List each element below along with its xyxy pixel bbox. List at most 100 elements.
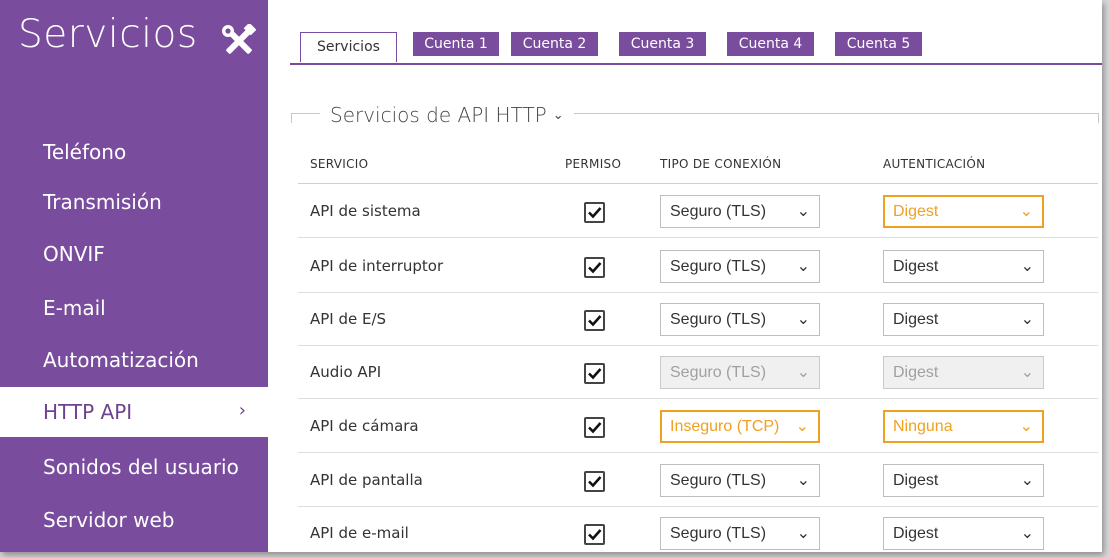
tab-cuenta-5[interactable]: Cuenta 5 xyxy=(835,32,922,56)
service-name: API de E/S xyxy=(310,310,387,328)
sidebar-item-servidor-web[interactable]: Servidor web xyxy=(0,495,268,545)
auth-select[interactable]: Digest ⌄ xyxy=(883,303,1044,336)
chevron-down-icon: ⌄ xyxy=(552,108,564,123)
sidebar-item-onvif[interactable]: ONVIF xyxy=(0,229,268,279)
sidebar-item-label: E-mail xyxy=(43,296,106,320)
select-value: Ninguna xyxy=(893,418,953,435)
permission-checkbox[interactable] xyxy=(584,202,605,223)
service-name: API de cámara xyxy=(310,417,419,435)
chevron-down-icon: ⌄ xyxy=(796,525,810,542)
sidebar-title: Servicios xyxy=(18,12,198,57)
service-name: Audio API xyxy=(310,363,382,381)
sidebar-item-label: Sonidos del usuario xyxy=(43,455,239,479)
column-header-auth: AUTENTICACIÓN xyxy=(883,157,986,171)
sidebar-item-label: Servidor web xyxy=(43,508,175,532)
sidebar-item-automatizacion[interactable]: Automatización xyxy=(0,335,268,385)
chevron-down-icon: ⌄ xyxy=(1020,258,1034,275)
column-header-permission: PERMISO xyxy=(565,157,622,171)
column-header-connection: TIPO DE CONEXIÓN xyxy=(660,157,782,171)
select-value: Digest xyxy=(893,258,939,275)
auth-select: Digest ⌄ xyxy=(883,356,1044,389)
sidebar-item-email[interactable]: E-mail xyxy=(0,283,268,333)
chevron-down-icon: ⌄ xyxy=(1020,364,1034,381)
checkmark-icon xyxy=(588,529,602,541)
chevron-down-icon: ⌄ xyxy=(1019,418,1033,435)
sidebar-item-telefono[interactable]: Teléfono xyxy=(0,127,268,177)
section-title[interactable]: Servicios de API HTTP ⌄ xyxy=(320,103,574,127)
sidebar-item-label: Teléfono xyxy=(43,140,127,164)
permission-checkbox[interactable] xyxy=(584,524,605,545)
checkmark-icon xyxy=(588,422,602,434)
checkmark-icon xyxy=(588,476,602,488)
select-value: Digest xyxy=(893,203,939,220)
select-value: Seguro (TLS) xyxy=(670,258,767,275)
service-name: API de interruptor xyxy=(310,257,444,275)
section-title-text: Servicios de API HTTP xyxy=(330,103,547,127)
connection-type-select[interactable]: Seguro (TLS) ⌄ xyxy=(660,517,820,550)
table-row: API de cámara Inseguro (TCP) ⌄ Ninguna ⌄ xyxy=(298,400,1098,453)
chevron-down-icon: ⌄ xyxy=(796,311,810,328)
connection-type-select: Seguro (TLS) ⌄ xyxy=(660,356,820,389)
select-value: Seguro (TLS) xyxy=(670,525,767,542)
tab-cuenta-1[interactable]: Cuenta 1 xyxy=(413,32,499,56)
chevron-down-icon: ⌄ xyxy=(796,472,810,489)
service-name: API de sistema xyxy=(310,202,421,220)
sidebar-item-transmision[interactable]: Transmisión xyxy=(0,177,268,227)
table-row: API de interruptor Seguro (TLS) ⌄ Digest ⌄ xyxy=(298,240,1098,293)
chevron-down-icon: ⌄ xyxy=(1020,472,1034,489)
auth-select[interactable]: Digest ⌄ xyxy=(883,195,1044,228)
permission-checkbox[interactable] xyxy=(584,310,605,331)
auth-select[interactable]: Ninguna ⌄ xyxy=(883,410,1044,443)
chevron-down-icon: ⌄ xyxy=(796,258,810,275)
chevron-down-icon: ⌄ xyxy=(1020,525,1034,542)
tab-cuenta-3[interactable]: Cuenta 3 xyxy=(619,32,706,56)
auth-select[interactable]: Digest ⌄ xyxy=(883,517,1044,550)
sidebar-item-label: Transmisión xyxy=(43,190,162,214)
app-window: Servicios Teléfono Transmisión ONVIF E-m… xyxy=(0,0,1102,552)
connection-type-select[interactable]: Seguro (TLS) ⌄ xyxy=(660,464,820,497)
connection-type-select[interactable]: Seguro (TLS) ⌄ xyxy=(660,250,820,283)
select-value: Digest xyxy=(893,525,939,542)
permission-checkbox[interactable] xyxy=(584,363,605,384)
sidebar-item-label: Automatización xyxy=(43,348,199,372)
table-row: API de pantalla Seguro (TLS) ⌄ Digest ⌄ xyxy=(298,454,1098,507)
checkmark-icon xyxy=(588,262,602,274)
chevron-down-icon: ⌄ xyxy=(1020,311,1034,328)
service-name: API de e-mail xyxy=(310,524,409,542)
permission-checkbox[interactable] xyxy=(584,257,605,278)
sidebar-item-sonidos-del-usuario[interactable]: Sonidos del usuario xyxy=(0,442,268,492)
sidebar-item-label: ONVIF xyxy=(43,242,105,266)
chevron-down-icon: ⌄ xyxy=(1019,203,1033,220)
tab-bar: Servicios Cuenta 1 Cuenta 2 Cuenta 3 Cue… xyxy=(290,32,1102,66)
select-value: Digest xyxy=(893,472,939,489)
tools-icon xyxy=(222,24,256,54)
table-row: API de E/S Seguro (TLS) ⌄ Digest ⌄ xyxy=(298,293,1098,346)
auth-select[interactable]: Digest ⌄ xyxy=(883,250,1044,283)
chevron-down-icon: ⌄ xyxy=(796,203,810,220)
select-value: Digest xyxy=(893,311,939,328)
chevron-right-icon: › xyxy=(238,400,246,421)
sidebar-item-http-api[interactable]: HTTP API › xyxy=(0,387,268,437)
checkmark-icon xyxy=(588,207,602,219)
select-value: Seguro (TLS) xyxy=(670,203,767,220)
select-value: Seguro (TLS) xyxy=(670,472,767,489)
permission-checkbox[interactable] xyxy=(584,417,605,438)
service-name: API de pantalla xyxy=(310,471,423,489)
table-row: Audio API Seguro (TLS) ⌄ Digest ⌄ xyxy=(298,346,1098,399)
tab-cuenta-2[interactable]: Cuenta 2 xyxy=(511,32,598,56)
checkmark-icon xyxy=(588,315,602,327)
tab-cuenta-4[interactable]: Cuenta 4 xyxy=(727,32,814,56)
permission-checkbox[interactable] xyxy=(584,471,605,492)
connection-type-select[interactable]: Seguro (TLS) ⌄ xyxy=(660,303,820,336)
auth-select[interactable]: Digest ⌄ xyxy=(883,464,1044,497)
sidebar-item-label: HTTP API xyxy=(43,400,133,424)
tab-servicios[interactable]: Servicios xyxy=(300,32,397,62)
select-value: Digest xyxy=(893,364,939,381)
connection-type-select[interactable]: Inseguro (TCP) ⌄ xyxy=(660,410,820,443)
connection-type-select[interactable]: Seguro (TLS) ⌄ xyxy=(660,195,820,228)
chevron-down-icon: ⌄ xyxy=(796,364,810,381)
select-value: Seguro (TLS) xyxy=(670,311,767,328)
select-value: Seguro (TLS) xyxy=(670,364,767,381)
chevron-down-icon: ⌄ xyxy=(795,418,809,435)
sidebar: Servicios Teléfono Transmisión ONVIF E-m… xyxy=(0,0,268,552)
